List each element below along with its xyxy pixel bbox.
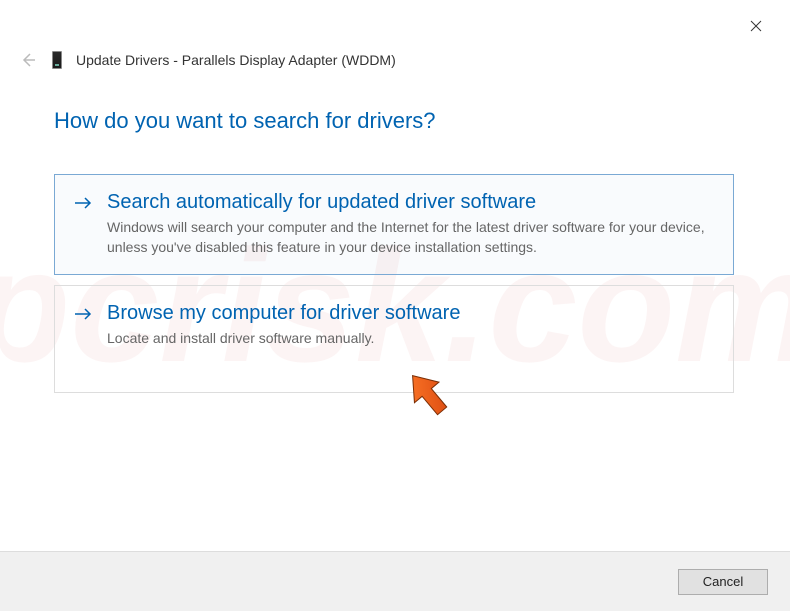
option-browse-computer[interactable]: Browse my computer for driver software L… (54, 285, 734, 393)
page-heading: How do you want to search for drivers? (54, 108, 734, 134)
option-search-automatically[interactable]: Search automatically for updated driver … (54, 174, 734, 275)
option-title: Browse my computer for driver software (107, 300, 715, 326)
back-arrow-icon (20, 52, 36, 68)
arrow-right-icon (73, 304, 93, 324)
back-button (18, 50, 38, 70)
close-button[interactable] (742, 12, 770, 40)
close-icon (750, 20, 762, 32)
dialog-title: Update Drivers - Parallels Display Adapt… (76, 52, 396, 68)
dialog-header: Update Drivers - Parallels Display Adapt… (18, 50, 396, 70)
dialog-content: How do you want to search for drivers? S… (54, 108, 734, 403)
dialog-footer: Cancel (0, 551, 790, 611)
device-icon (52, 51, 62, 69)
option-title: Search automatically for updated driver … (107, 189, 715, 215)
option-desc: Windows will search your computer and th… (107, 217, 715, 258)
cancel-button[interactable]: Cancel (678, 569, 768, 595)
option-desc: Locate and install driver software manua… (107, 328, 715, 348)
arrow-right-icon (73, 193, 93, 213)
